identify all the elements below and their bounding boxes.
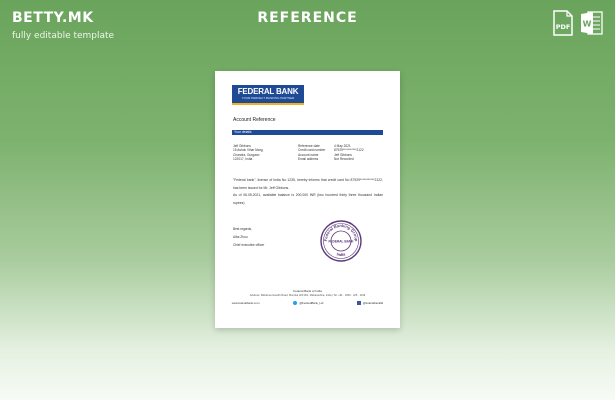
ref-value: Not Recorded xyxy=(334,157,354,162)
word-label: W xyxy=(583,20,592,29)
paragraph-balance: As of 06.05.2021, available balance is 2… xyxy=(233,193,383,205)
signer-title: Chief executive officer xyxy=(233,243,265,247)
recipient-address: Jeff Gibbons 15 Ashok Vihar Marg, Chandr… xyxy=(233,144,263,162)
footer-facebook: @federalbankltd xyxy=(356,301,384,305)
brand-tagline: fully editable template xyxy=(12,31,115,41)
document-preview: FEDERAL BANK YOUR PERFECT BANKING PARTNE… xyxy=(215,71,400,328)
bank-stamp: Federal Banking Group FEDERAL BANK India xyxy=(319,219,363,263)
twitter-icon xyxy=(293,301,298,305)
bank-logo: FEDERAL BANK YOUR PERFECT BANKING PARTNE… xyxy=(232,85,304,105)
reference-labels: Reference date Credit card number Accoun… xyxy=(298,144,325,162)
pdf-icon[interactable]: PDF xyxy=(552,10,574,36)
pdf-label: PDF xyxy=(556,23,571,31)
facebook-icon xyxy=(356,301,361,305)
reference-values: 4 May 2021 87929***********2122 Jeff Gib… xyxy=(334,144,364,162)
footer-facebook-handle: @federalbankltd xyxy=(362,301,384,305)
document-title: Account Reference xyxy=(233,117,276,123)
page-title: REFERENCE xyxy=(257,10,358,26)
closing: Best regards, xyxy=(233,227,252,231)
bank-logo-slogan: YOUR PERFECT BANKING PARTNER xyxy=(241,96,295,100)
footer-twitter-handle: @FederalBank_Ltd xyxy=(299,301,324,305)
format-icons: PDF W xyxy=(552,10,603,36)
footer-links: www.federalbank.co.in @FederalBank_Ltd @… xyxy=(215,301,400,305)
signer-name: Alba Zhou xyxy=(233,235,248,239)
footer-address: Address: Mahatma Gandhi Road, Mumbai 400… xyxy=(249,294,366,297)
paragraph-issuance: "Federal bank", license of India No 1235… xyxy=(233,178,383,190)
address-line: 122017, India xyxy=(233,157,253,162)
svg-text:India: India xyxy=(336,251,346,257)
footer-website: www.federalbank.co.in xyxy=(231,301,260,305)
word-icon[interactable]: W xyxy=(580,10,603,36)
stamp-center-text: FEDERAL BANK xyxy=(328,240,354,244)
section-header: Your details xyxy=(232,130,383,135)
stamp-bottom-text: India xyxy=(336,251,346,257)
ref-label: Email address xyxy=(298,157,319,162)
signature-block: Best regards, Alba Zhou Chief executive … xyxy=(233,225,264,249)
footer-bank-name: Federal Bank of India xyxy=(293,289,322,293)
bank-logo-name: FEDERAL BANK xyxy=(237,87,299,96)
section-header-label: Your details xyxy=(234,130,252,134)
footer-twitter: @FederalBank_Ltd xyxy=(293,301,323,305)
